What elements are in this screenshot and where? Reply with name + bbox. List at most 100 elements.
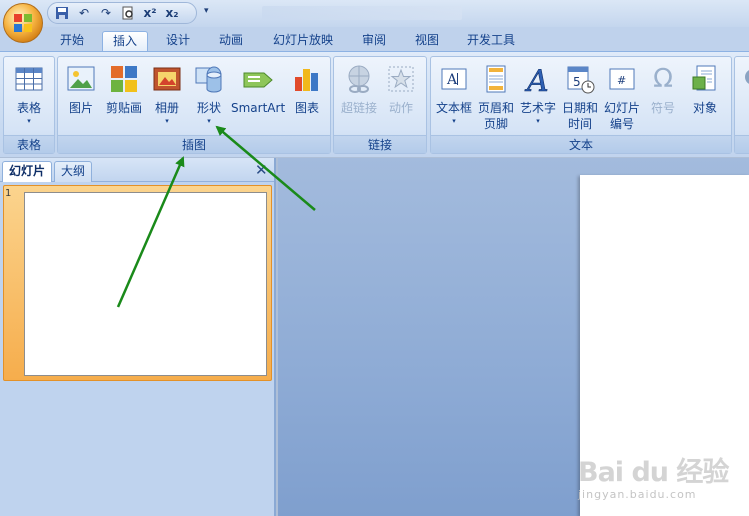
chevron-down-icon: ▾ — [536, 117, 540, 125]
slides-pane: 幻灯片 大纲 ✕ 1 — [0, 158, 276, 516]
chevron-down-icon: ▾ — [27, 117, 31, 125]
smartart-label: SmartArt — [231, 101, 286, 115]
symbol-label: 符号 — [650, 101, 675, 115]
object-button[interactable]: 对象 — [684, 59, 726, 133]
close-icon[interactable]: ✕ — [255, 161, 268, 179]
group-label-media-partial — [735, 135, 749, 153]
tab-outline[interactable]: 大纲 — [54, 161, 93, 182]
group-links: 超链接 动作 链接 — [333, 56, 427, 154]
header-footer-label-2: 页脚 — [483, 117, 508, 131]
action-label: 动作 — [388, 101, 413, 115]
svg-text:A: A — [446, 72, 458, 88]
datetime-label: 日期和 — [561, 101, 598, 115]
office-logo-icon — [14, 14, 32, 32]
globe-link-icon — [343, 63, 375, 95]
clipart-label: 剪贴画 — [105, 101, 142, 115]
calendar-clock-icon: 5 — [564, 63, 596, 95]
chevron-down-icon: ▾ — [207, 117, 211, 125]
svg-text:5: 5 — [573, 75, 581, 89]
subscript-icon[interactable]: x₂ — [164, 5, 180, 21]
undo-icon[interactable]: ↶ — [76, 5, 92, 21]
action-star-icon — [385, 63, 417, 95]
wordart-label: 艺术字 — [519, 101, 556, 115]
action-button[interactable]: 动作 — [381, 59, 421, 133]
slide-number-label-2: 编号 — [609, 117, 634, 131]
print-preview-icon[interactable] — [120, 5, 136, 21]
group-text: A 文本框 ▾ 页眉和 页脚 A 艺术字 ▾ 5 日期和 时间 # 幻灯片 编号… — [430, 56, 732, 154]
table-icon — [13, 63, 45, 95]
window-title-blurred — [262, 6, 462, 20]
omega-icon: Ω — [653, 64, 673, 94]
header-footer-label: 页眉和 — [477, 101, 514, 115]
tab-slides[interactable]: 幻灯片 — [2, 161, 53, 182]
group-label-illustrations: 插图 — [58, 135, 330, 153]
tab-review[interactable]: 审阅 — [353, 31, 395, 52]
tab-animation[interactable]: 动画 — [210, 31, 252, 52]
slides-pane-tabs: 幻灯片 大纲 ✕ — [0, 158, 274, 182]
wordart-icon: A — [522, 63, 554, 100]
media-button-partial[interactable] — [741, 59, 749, 133]
slide-number-label: 幻灯片 — [603, 101, 640, 115]
smartart-icon — [242, 63, 274, 95]
album-icon — [151, 63, 183, 95]
watermark-url: jingyan.baidu.com — [578, 488, 697, 501]
group-label-text: 文本 — [431, 135, 731, 153]
album-button[interactable]: 相册 ▾ — [147, 59, 187, 133]
smartart-button[interactable]: SmartArt — [231, 59, 285, 133]
tab-slideshow[interactable]: 幻灯片放映 — [264, 31, 342, 52]
group-label-table: 表格 — [4, 135, 54, 153]
datetime-button[interactable]: 5 日期和 时间 — [559, 59, 601, 133]
tab-developer[interactable]: 开发工具 — [458, 31, 524, 52]
textbox-icon: A — [438, 63, 470, 95]
chart-icon — [291, 63, 323, 95]
textbox-label: 文本框 — [435, 101, 472, 115]
chart-button[interactable]: 图表 — [287, 59, 327, 133]
tab-home[interactable]: 开始 — [52, 31, 92, 52]
album-label: 相册 — [154, 101, 179, 115]
header-footer-button[interactable]: 页眉和 页脚 — [476, 59, 516, 133]
table-button[interactable]: 表格 ▾ — [7, 59, 51, 133]
quick-access-toolbar: ↶ ↷ x² x₂ — [47, 2, 197, 24]
redo-icon[interactable]: ↷ — [98, 5, 114, 21]
hyperlink-label: 超链接 — [340, 101, 377, 115]
superscript-icon[interactable]: x² — [142, 5, 158, 21]
chart-label: 图表 — [294, 101, 319, 115]
save-icon[interactable] — [54, 5, 70, 21]
slide-number: 1 — [5, 188, 12, 199]
shapes-icon — [193, 63, 225, 95]
clipart-button[interactable]: 剪贴画 — [104, 59, 144, 133]
office-button[interactable] — [3, 3, 43, 43]
tab-view[interactable]: 视图 — [406, 31, 448, 52]
picture-label: 图片 — [68, 101, 93, 115]
wordart-button[interactable]: A 艺术字 ▾ — [517, 59, 559, 133]
customize-toolbar-icon[interactable]: ▾ — [204, 6, 209, 16]
tab-design[interactable]: 设计 — [157, 31, 199, 52]
watermark: Bai du 经验 jingyan.baidu.com — [578, 450, 743, 510]
shapes-button[interactable]: 形状 ▾ — [189, 59, 229, 133]
table-label: 表格 — [16, 101, 41, 115]
object-icon — [689, 63, 721, 95]
header-footer-icon — [480, 63, 512, 95]
textbox-button[interactable]: A 文本框 ▾ — [433, 59, 475, 133]
svg-text:#: # — [617, 74, 626, 87]
group-table: 表格 ▾ 表格 — [3, 56, 55, 154]
tab-insert[interactable]: 插入 — [102, 31, 148, 52]
svg-text:A: A — [524, 64, 549, 95]
slide-thumbnail[interactable] — [24, 192, 267, 376]
datetime-label-2: 时间 — [567, 117, 592, 131]
chevron-down-icon: ▾ — [165, 117, 169, 125]
group-label-links: 链接 — [334, 135, 426, 153]
group-media-partial — [734, 56, 749, 154]
ribbon-tab-row: 开始 插入 设计 动画 幻灯片放映 审阅 视图 开发工具 — [0, 27, 749, 52]
symbol-button[interactable]: Ω 符号 — [644, 59, 682, 133]
watermark-logo: Bai du 经验 — [578, 457, 729, 488]
media-icon — [741, 63, 749, 95]
shapes-label: 形状 — [196, 101, 221, 115]
slide-number-button[interactable]: # 幻灯片 编号 — [601, 59, 643, 133]
clipart-icon — [108, 63, 140, 95]
hyperlink-button[interactable]: 超链接 — [337, 59, 381, 133]
chevron-down-icon: ▾ — [452, 117, 456, 125]
picture-icon — [65, 63, 97, 95]
slide-number-icon: # — [606, 63, 638, 95]
picture-button[interactable]: 图片 — [61, 59, 101, 133]
